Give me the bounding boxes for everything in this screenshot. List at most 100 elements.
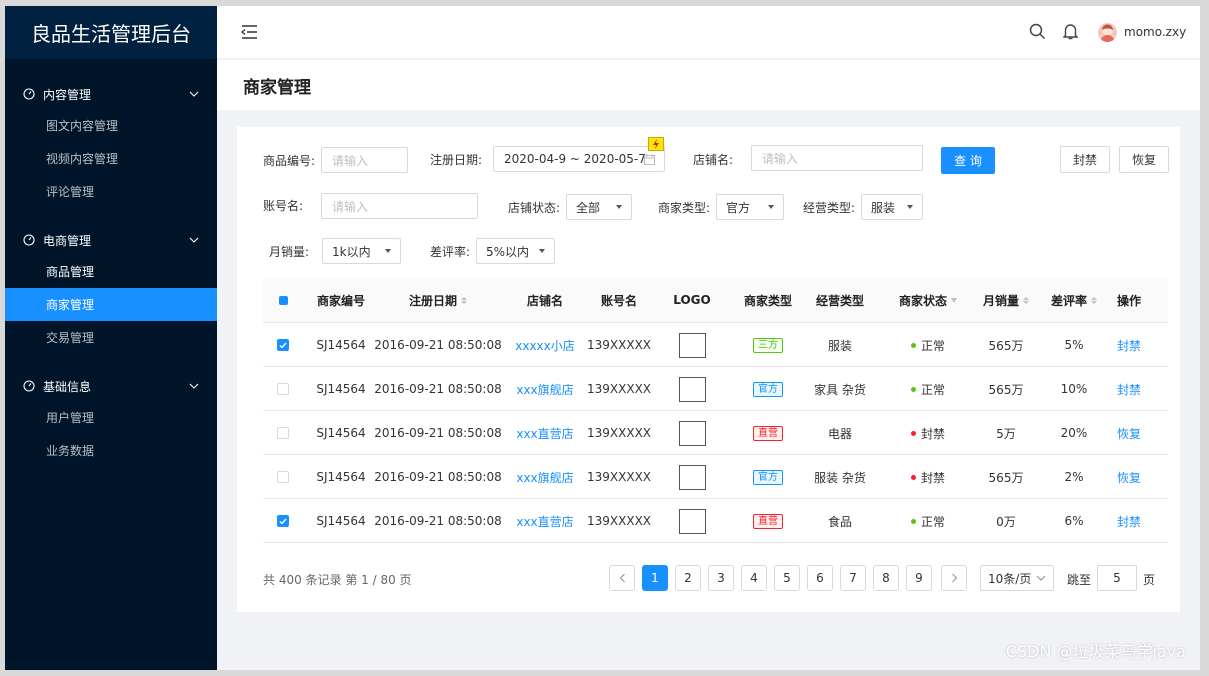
shop-name-link[interactable]: xxx旗舰店 bbox=[497, 455, 593, 499]
bad-rate-select[interactable]: 5%以内 bbox=[476, 238, 555, 264]
page-number-button[interactable]: 3 bbox=[708, 565, 734, 591]
page-number-button[interactable]: 2 bbox=[675, 565, 701, 591]
sidebar-item[interactable]: 业务数据 bbox=[5, 434, 217, 467]
shop-status-select[interactable]: 全部 bbox=[566, 194, 632, 220]
sidebar-item[interactable]: 商品管理 bbox=[5, 255, 217, 288]
page-number-button[interactable]: 7 bbox=[840, 565, 866, 591]
col-monthly-sales[interactable]: 月销量 bbox=[973, 278, 1039, 322]
shop-name-link[interactable]: xxx旗舰店 bbox=[497, 367, 593, 411]
col-reg-date[interactable]: 注册日期 bbox=[379, 278, 497, 322]
logo-image bbox=[678, 464, 706, 490]
dashboard-icon bbox=[23, 88, 35, 100]
bad-rate-value: 5%以内 bbox=[486, 244, 530, 259]
merchant-type-tag: 直营 bbox=[753, 513, 783, 529]
reg-date: 2016-09-21 08:50:08 bbox=[374, 426, 502, 440]
chevron-down-icon bbox=[1036, 575, 1046, 581]
sidebar-group-header[interactable]: 内容管理 bbox=[5, 79, 217, 109]
bad-rate: 6% bbox=[1064, 514, 1084, 528]
row-action-link[interactable]: 封禁 bbox=[1109, 367, 1149, 411]
username[interactable]: momo.zxy bbox=[1124, 25, 1186, 39]
status-badge: 正常 bbox=[883, 499, 973, 543]
row-checkbox[interactable] bbox=[277, 471, 289, 483]
business-type: 服装 杂货 bbox=[814, 470, 866, 485]
merchant-type-select[interactable]: 官方 bbox=[716, 194, 784, 220]
sidebar-item[interactable]: 交易管理 bbox=[5, 321, 217, 354]
sidebar-item[interactable]: 商家管理 bbox=[5, 288, 217, 321]
monthly-sales-label: 月销量: bbox=[269, 245, 310, 259]
row-action-link[interactable]: 封禁 bbox=[1109, 323, 1149, 367]
status-badge: 封禁 bbox=[883, 455, 973, 499]
monthly-sales: 5万 bbox=[996, 426, 1016, 441]
row-checkbox[interactable] bbox=[277, 427, 289, 439]
restore-button[interactable]: 恢复 bbox=[1119, 146, 1169, 173]
calendar-icon bbox=[644, 154, 655, 168]
shop-name-link[interactable]: xxx直营店 bbox=[497, 499, 593, 543]
shop-name-link[interactable]: xxxxx小店 bbox=[497, 323, 593, 367]
col-merchant-status-label: 商家状态 bbox=[898, 293, 947, 308]
page-number-button[interactable]: 6 bbox=[807, 565, 833, 591]
account-input[interactable]: 请输入 bbox=[321, 193, 478, 219]
status-dot bbox=[910, 518, 916, 524]
merchant-no: SJ14564 bbox=[316, 338, 366, 352]
status-dot bbox=[910, 474, 916, 480]
monthly-sales: 565万 bbox=[988, 470, 1024, 485]
row-action-link[interactable]: 恢复 bbox=[1109, 455, 1149, 499]
merchant-no: SJ14564 bbox=[316, 470, 366, 484]
col-merchant-type: 商家类型 bbox=[743, 293, 792, 308]
search-button[interactable]: 查 询 bbox=[941, 147, 995, 174]
monthly-sales: 565万 bbox=[988, 338, 1024, 353]
dashboard-icon bbox=[23, 234, 35, 246]
sidebar-item[interactable]: 评论管理 bbox=[5, 175, 217, 208]
date-range-picker[interactable]: 2020-04-9 ~ 2020-05-7 bbox=[493, 146, 665, 172]
col-logo: LOGO bbox=[673, 293, 711, 307]
monthly-sales-value: 1k以内 bbox=[332, 244, 371, 259]
sidebar-item[interactable]: 视频内容管理 bbox=[5, 142, 217, 175]
status-badge: 正常 bbox=[883, 323, 973, 367]
sidebar-item[interactable]: 图文内容管理 bbox=[5, 109, 217, 142]
business-type: 服装 bbox=[827, 338, 852, 353]
page-number-button[interactable]: 5 bbox=[774, 565, 800, 591]
page-suffix: 页 bbox=[1143, 573, 1156, 587]
goto-page-input[interactable]: 5 bbox=[1097, 565, 1137, 591]
col-merchant-status[interactable]: 商家状态 bbox=[883, 278, 973, 322]
row-action-link[interactable]: 封禁 bbox=[1109, 499, 1149, 543]
page-number-button[interactable]: 4 bbox=[741, 565, 767, 591]
sidebar-group-header[interactable]: 电商管理 bbox=[5, 225, 217, 255]
row-checkbox[interactable] bbox=[277, 515, 289, 527]
sidebar-item[interactable]: 用户管理 bbox=[5, 401, 217, 434]
row-action-link[interactable]: 恢复 bbox=[1109, 411, 1149, 455]
caret-down-icon bbox=[616, 205, 622, 209]
select-all-checkbox[interactable] bbox=[278, 295, 288, 305]
product-no-input[interactable]: 请输入 bbox=[321, 147, 408, 173]
sidebar-menu: 内容管理 图文内容管理 视频内容管理 评论管理 电商管理 商品管理 商家管理 交易管理 … bbox=[5, 79, 217, 467]
shop-name-input[interactable]: 请输入 bbox=[751, 145, 923, 171]
page-number-button[interactable]: 1 bbox=[642, 565, 668, 591]
search-icon[interactable] bbox=[1029, 23, 1046, 43]
ban-button[interactable]: 封禁 bbox=[1060, 146, 1110, 173]
bell-icon[interactable] bbox=[1062, 23, 1079, 43]
monthly-sales-select[interactable]: 1k以内 bbox=[322, 238, 401, 264]
merchant-type-tag: 三方 bbox=[753, 337, 783, 353]
row-checkbox[interactable] bbox=[277, 383, 289, 395]
status-text: 正常 bbox=[920, 514, 945, 529]
account-name: 139XXXXX bbox=[587, 470, 652, 484]
col-bad-rate[interactable]: 差评率 bbox=[1039, 278, 1109, 322]
next-page-button[interactable] bbox=[941, 565, 967, 591]
prev-page-button[interactable] bbox=[609, 565, 635, 591]
reg-date: 2016-09-21 08:50:08 bbox=[374, 382, 502, 396]
sidebar-group: 电商管理 商品管理 商家管理 交易管理 bbox=[5, 225, 217, 354]
bad-rate: 5% bbox=[1064, 338, 1084, 352]
reg-date: 2016-09-21 08:50:08 bbox=[374, 470, 502, 484]
row-checkbox[interactable] bbox=[277, 339, 289, 351]
logo-image bbox=[678, 420, 706, 446]
page-number-button[interactable]: 8 bbox=[873, 565, 899, 591]
page-number-button[interactable]: 9 bbox=[906, 565, 932, 591]
sidebar-group-header[interactable]: 基础信息 bbox=[5, 371, 217, 401]
menu-fold-icon[interactable] bbox=[240, 25, 258, 42]
check-icon bbox=[279, 342, 287, 349]
account-name: 139XXXXX bbox=[587, 514, 652, 528]
business-type-select[interactable]: 服装 bbox=[861, 194, 923, 220]
avatar[interactable] bbox=[1098, 23, 1117, 42]
shop-name-link[interactable]: xxx直营店 bbox=[497, 411, 593, 455]
page-size-select[interactable]: 10条/页 bbox=[980, 565, 1054, 591]
